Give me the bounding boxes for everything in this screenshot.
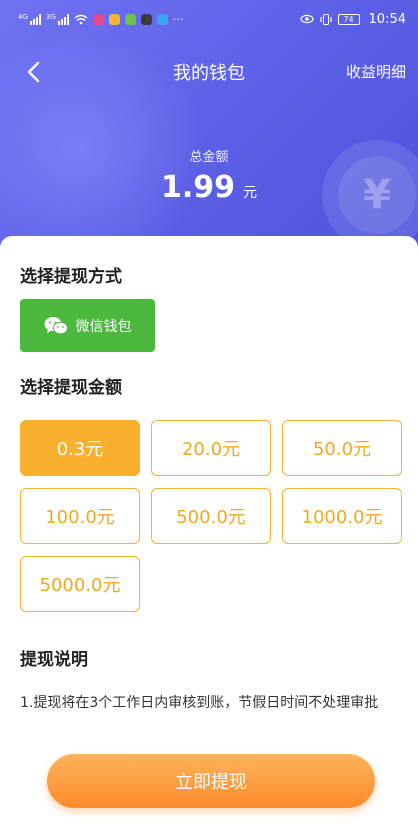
total-amount: 1.99	[160, 170, 236, 205]
amount-option[interactable]: 1000.0元	[282, 488, 402, 544]
total-label: 总金额	[189, 150, 229, 165]
amount-option[interactable]: 50.0元	[282, 420, 402, 476]
app-notification-icon	[92, 13, 104, 25]
signal-icon: 3G	[46, 13, 69, 25]
withdraw-panel: 选择提现方式 微信钱包 选择提现金额 0.3元 20.0元 50.0元 100.…	[0, 236, 418, 839]
app-notification-icon	[156, 13, 168, 25]
wechat-wallet-label: 微信钱包	[75, 318, 132, 335]
amount-option[interactable]: 0.3元	[20, 420, 140, 476]
total-unit: 元	[243, 185, 258, 201]
amount-option[interactable]: 100.0元	[20, 488, 140, 544]
withdraw-method-title: 选择提现方式	[20, 267, 122, 287]
app-notification-icon	[124, 13, 136, 25]
vibrate-icon	[319, 13, 332, 25]
withdraw-now-button[interactable]: 立即提现	[47, 754, 375, 808]
signal-2-label: 3G	[45, 13, 56, 21]
total-balance: 1.99 元	[0, 170, 418, 205]
wechat-notification-icon	[140, 13, 152, 25]
battery-icon: 74	[337, 13, 360, 25]
wechat-icon	[44, 316, 68, 334]
signal-1-label: 4G	[18, 13, 28, 21]
wifi-icon	[74, 14, 88, 24]
nav-bar: 我的钱包 收益明细	[0, 52, 418, 92]
instructions-title: 提现说明	[20, 650, 88, 670]
signal-icon: 4G	[18, 13, 41, 25]
amount-option[interactable]: 20.0元	[151, 420, 271, 476]
amount-option[interactable]: 5000.0元	[20, 556, 140, 612]
app-notification-icon	[108, 13, 120, 25]
status-bar: 4G 3G ··· 74 10:54	[0, 0, 418, 38]
more-notifications-icon: ···	[172, 12, 184, 26]
chevron-left-icon	[27, 61, 40, 83]
header-background: ¥	[0, 0, 418, 260]
amount-option[interactable]: 500.0元	[151, 488, 271, 544]
instructions-text: 1.提现将在3个工作日内审核到账，节假日时间不处理审批	[20, 695, 379, 711]
eye-icon	[299, 14, 314, 24]
back-button[interactable]	[18, 56, 48, 88]
earnings-detail-link[interactable]: 收益明细	[346, 61, 406, 82]
wechat-wallet-button[interactable]: 微信钱包	[20, 299, 155, 352]
withdraw-amount-title: 选择提现金额	[20, 378, 122, 398]
clock: 10:54	[368, 11, 406, 27]
